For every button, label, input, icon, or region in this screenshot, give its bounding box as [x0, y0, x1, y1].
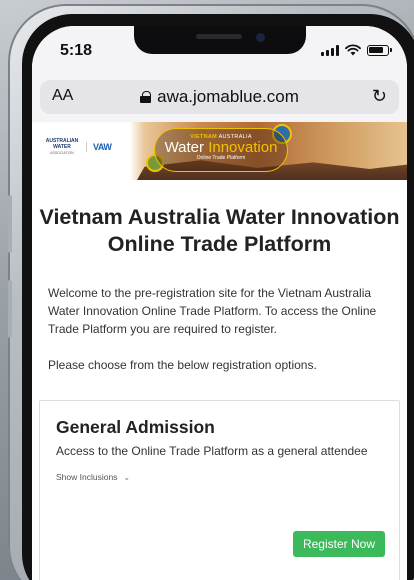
show-inclusions-label: Show Inclusions [56, 472, 118, 482]
site-banner: AUSTRALIAN WATER ASSOCIATION VAW VIETNAM… [32, 122, 407, 180]
text-size-button[interactable]: AA [52, 87, 73, 105]
address-bar[interactable]: AA awa.jomablue.com ↻ [40, 80, 399, 114]
intro-text: Welcome to the pre-registration site for… [32, 284, 407, 374]
status-time: 5:18 [60, 42, 93, 59]
registration-option-card: General Admission Access to the Online T… [39, 400, 400, 580]
phone-screen: 5:18 AA awa.jomablue.com ↻ AUSTRALIAN WA… [32, 26, 407, 580]
status-icons [321, 44, 392, 56]
wifi-icon [345, 44, 361, 56]
welcome-paragraph: Welcome to the pre-registration site for… [48, 286, 377, 336]
front-camera [256, 33, 265, 42]
event-badge: VIETNAM AUSTRALIA Water Innovation Onlin… [154, 128, 288, 172]
speaker-grille [196, 34, 242, 39]
url-display[interactable]: awa.jomablue.com [140, 87, 299, 107]
lock-icon [140, 91, 152, 103]
option-description: Access to the Online Trade Platform as a… [56, 444, 368, 458]
partner-logos: AUSTRALIAN WATER ASSOCIATION VAW [38, 130, 126, 164]
chevron-down-icon: ⌄ [123, 472, 131, 482]
phone-side-button [8, 195, 12, 253]
signal-icon [321, 44, 339, 56]
status-bar: 5:18 [32, 26, 407, 78]
browser-bar: AA awa.jomablue.com ↻ [32, 78, 407, 122]
page-title: Vietnam Australia Water Innovation Onlin… [39, 205, 400, 256]
australian-water-logo: AUSTRALIAN WATER ASSOCIATION [45, 138, 79, 155]
notch [134, 26, 306, 54]
vaw-logo: VAW [86, 142, 112, 152]
url-text: awa.jomablue.com [157, 87, 299, 106]
phone-side-button [8, 280, 12, 338]
option-title: General Admission [56, 417, 215, 437]
battery-icon [367, 44, 392, 56]
register-now-button[interactable]: Register Now [292, 531, 385, 557]
show-inclusions-toggle[interactable]: Show Inclusions ⌄ [56, 472, 383, 482]
reload-icon[interactable]: ↻ [372, 86, 387, 107]
choose-paragraph: Please choose from the below registratio… [48, 358, 317, 372]
badge-title: Water Innovation [164, 139, 278, 156]
main-content: Vietnam Australia Water Innovation Onlin… [32, 180, 407, 580]
